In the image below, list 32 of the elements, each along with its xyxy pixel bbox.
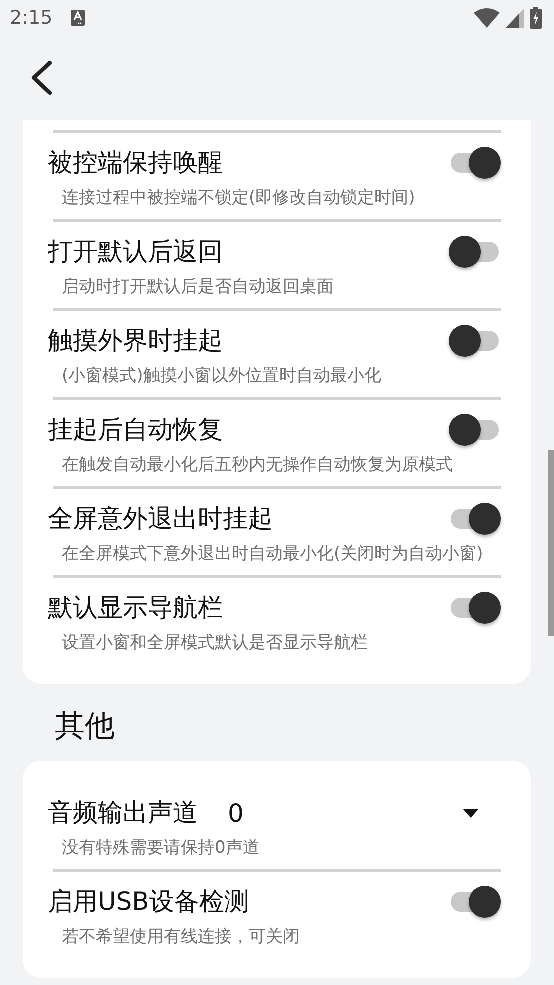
toggle-switch[interactable] (449, 413, 501, 447)
toggle-switch[interactable] (449, 235, 501, 269)
toggle-switch[interactable] (449, 324, 501, 358)
section-header: 其他 (54, 708, 116, 746)
setting-description: 没有特殊需要请保持0声道 (61, 837, 261, 860)
toggle-switch[interactable] (449, 885, 501, 919)
setting-description: 若不希望使用有线连接，可关闭 (61, 926, 301, 949)
setting-title: 挂起后自动恢复 (48, 414, 223, 446)
setting-description: (小窗模式)触摸小窗以外位置时自动最小化 (61, 365, 382, 388)
setting-title: 被控端保持唤醒 (48, 147, 223, 179)
toggle-switch[interactable] (449, 502, 501, 536)
setting-title: 音频输出声道 (48, 797, 198, 829)
back-icon[interactable] (30, 60, 54, 96)
keyboard-notification-icon (70, 10, 85, 26)
setting-title: 触摸外界时挂起 (48, 325, 223, 357)
setting-description: 启动时打开默认后是否自动返回桌面 (61, 276, 335, 299)
setting-title: 启用USB设备检测 (48, 886, 250, 918)
wifi-icon (474, 8, 500, 28)
setting-title: 全屏意外退出时挂起 (48, 503, 273, 535)
signal-icon (506, 8, 524, 28)
toggle-switch[interactable] (449, 591, 501, 625)
battery-charging-icon (530, 7, 542, 29)
status-time: 2:15 (10, 7, 53, 29)
setting-description: 在全屏模式下意外退出时自动最小化(关闭时为自动小窗) (61, 543, 484, 566)
setting-title: 默认显示导航栏 (48, 592, 223, 624)
dropdown-caret-icon[interactable] (463, 808, 479, 818)
setting-title: 打开默认后返回 (48, 236, 223, 268)
setting-description: 在触发自动最小化后五秒内无操作自动恢复为原模式 (61, 454, 454, 477)
setting-description: 连接过程中被控端不锁定(即修改自动锁定时间) (61, 187, 416, 210)
setting-description: 设置小窗和全屏模式默认是否显示导航栏 (61, 632, 369, 655)
toggle-switch[interactable] (449, 146, 501, 180)
dropdown-value[interactable]: 0 (228, 798, 244, 828)
